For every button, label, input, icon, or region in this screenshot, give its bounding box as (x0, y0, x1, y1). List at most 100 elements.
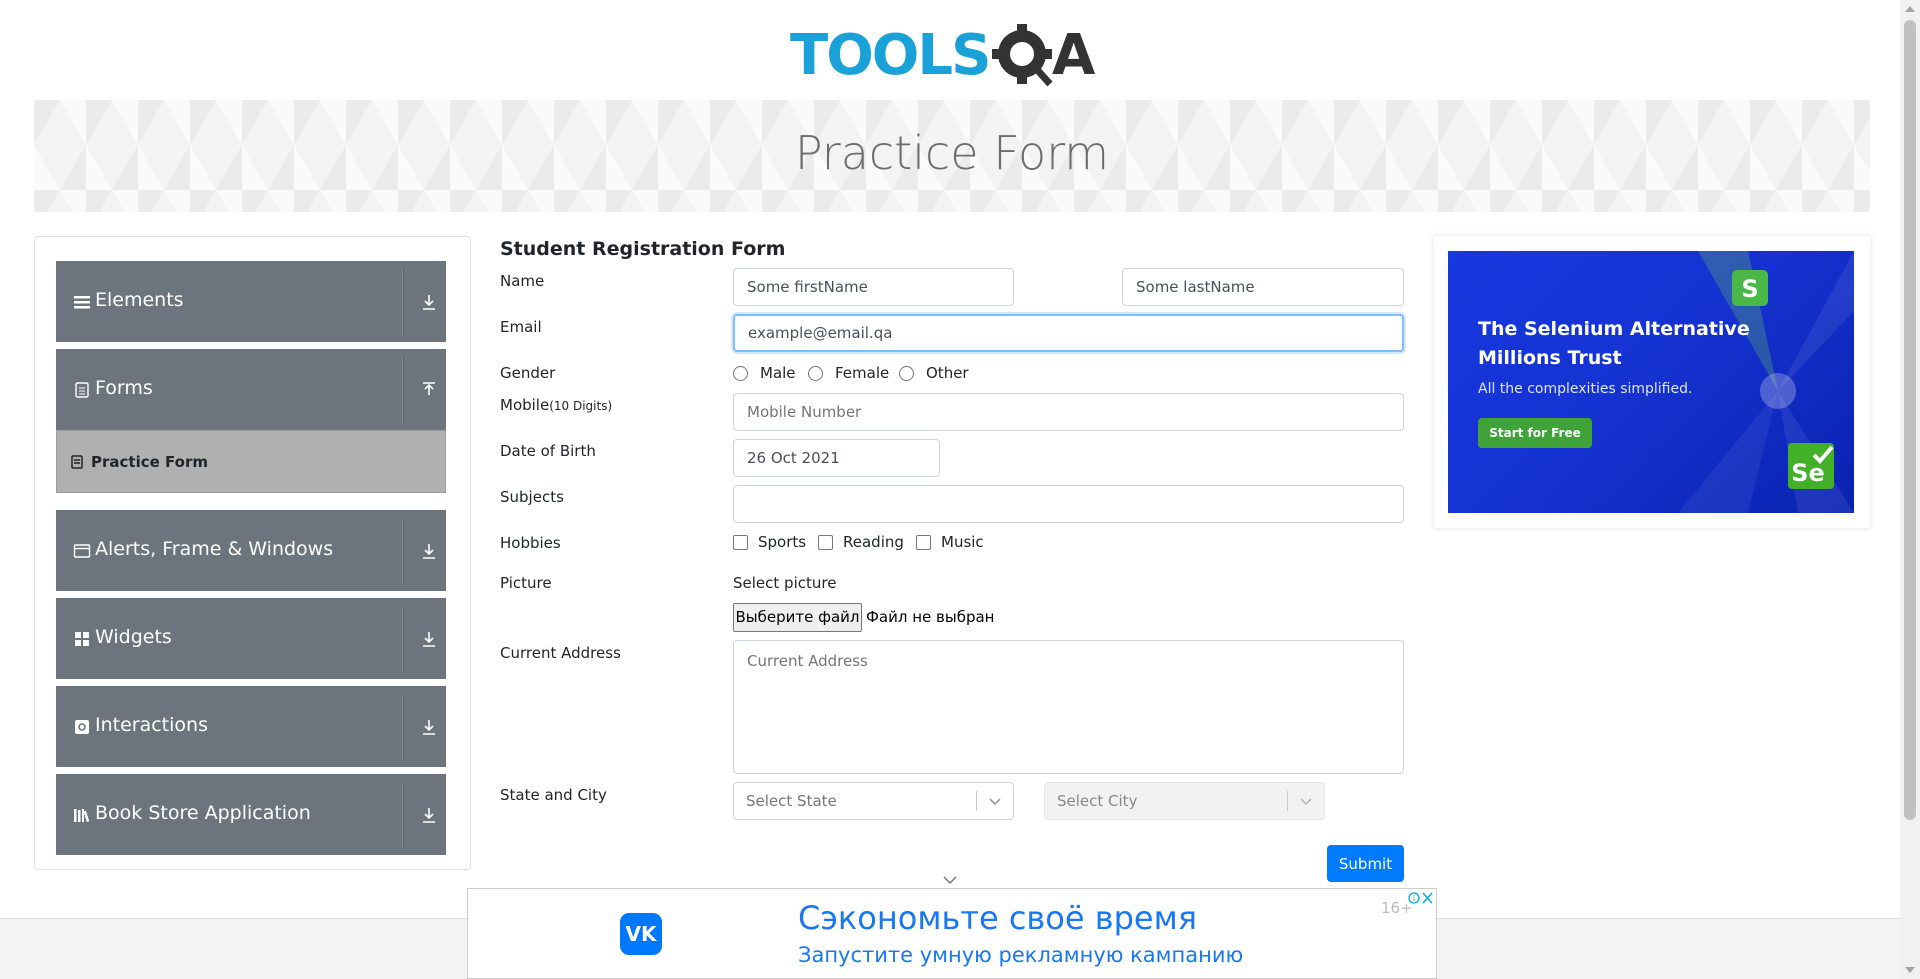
submit-button[interactable]: Submit (1327, 845, 1404, 882)
dob-label: Date of Birth (500, 442, 596, 460)
ad-info-close-icon[interactable]: i (1408, 891, 1434, 905)
document-icon (75, 382, 89, 398)
radio-label: Female (835, 364, 890, 382)
last-name-input[interactable]: Some lastName (1122, 268, 1404, 306)
city-select-placeholder: Select City (1057, 792, 1138, 810)
radio-label: Other (926, 364, 969, 382)
divider (402, 357, 404, 422)
page-scrollbar[interactable] (1900, 0, 1920, 979)
state-select[interactable]: Select State (733, 782, 1014, 820)
download-arrow-icon (423, 808, 435, 823)
scroll-down-arrow[interactable] (1905, 967, 1915, 973)
download-arrow-icon (423, 720, 435, 735)
sidebar-group-label: Interactions (95, 714, 208, 736)
sidebar-group-label: Book Store Application (95, 802, 311, 824)
sidebar-group-widgets[interactable]: Widgets (56, 598, 446, 679)
divider (402, 606, 404, 671)
interactions-icon (75, 720, 89, 734)
hobby-checkbox-music[interactable]: Music (916, 533, 984, 551)
checkbox-box[interactable] (733, 534, 748, 550)
right-ad[interactable]: The Selenium Alternative Millions Trust A… (1448, 251, 1854, 513)
widgets-icon (75, 632, 89, 646)
logo-a-text: A (1052, 23, 1096, 88)
name-label: Name (500, 272, 545, 290)
hobby-checkbox-sports[interactable]: Sports (733, 533, 806, 551)
sidebar-group-forms[interactable]: Forms (56, 349, 446, 430)
dob-input[interactable]: 26 Oct 2021 (733, 439, 940, 477)
checkbox-box[interactable] (818, 534, 833, 550)
ad-headline: The Selenium Alternative Millions Trust (1478, 315, 1750, 373)
bottom-ad-headline: Сэкономьте своё время (798, 899, 1197, 937)
checkbox-label: Reading (843, 533, 904, 551)
logo-tools-text: TOOLS (790, 23, 989, 88)
upload-arrow-icon (423, 382, 435, 395)
divider (402, 694, 404, 759)
svg-text:i: i (1413, 894, 1415, 903)
form-icon (71, 455, 83, 469)
svg-text:S: S (1741, 275, 1758, 303)
books-icon (74, 809, 90, 823)
bottom-ad-subheadline: Запустите умную рекламную кампанию (798, 943, 1244, 967)
toolsqa-logo[interactable]: TOOLS A (790, 14, 1120, 94)
picture-label: Picture (500, 574, 552, 592)
ad-start-free-button[interactable]: Start for Free (1478, 418, 1592, 448)
mobile-label-text: Mobile (500, 396, 550, 414)
email-input[interactable]: example@email.qa (733, 314, 1404, 352)
page-banner: Practice Form (34, 100, 1870, 212)
scroll-up-arrow[interactable] (1905, 6, 1915, 12)
download-arrow-icon (423, 632, 435, 647)
checkbox-label: Sports (758, 533, 807, 551)
gender-label: Gender (500, 364, 556, 382)
first-name-input[interactable]: Some firstName (733, 268, 1014, 306)
radio-circle[interactable] (899, 365, 914, 381)
radio-label: Male (760, 364, 796, 382)
file-status-text: Файл не выбран (866, 608, 995, 626)
checkbox-label: Music (941, 533, 984, 551)
address-label: Current Address (500, 644, 621, 662)
mobile-hint: (10 Digits) (549, 399, 613, 413)
chevron-down-icon[interactable] (942, 874, 958, 886)
ad-subtext: All the complexities simplified. (1478, 381, 1693, 397)
hobby-checkbox-reading[interactable]: Reading (818, 533, 904, 551)
select-separator (976, 791, 977, 811)
radio-circle[interactable] (733, 365, 748, 381)
window-icon (73, 544, 91, 558)
mobile-label: Mobile(10 Digits) (500, 396, 612, 414)
bottom-ad[interactable]: VK Сэкономьте своё время Запустите умную… (467, 888, 1437, 979)
form-title: Student Registration Form (500, 238, 786, 260)
shield-s-icon: S (1732, 270, 1768, 306)
ad-headline-line2: Millions Trust (1478, 347, 1622, 369)
subjects-input[interactable] (733, 485, 1404, 523)
page-title: Practice Form (794, 126, 1110, 180)
choose-file-button[interactable]: Выберите файл (733, 603, 862, 632)
select-separator (1287, 791, 1288, 811)
current-address-textarea[interactable]: Current Address (733, 640, 1404, 774)
divider (402, 782, 404, 847)
sidebar-group-elements[interactable]: Elements (56, 261, 446, 342)
select-picture-label: Select picture (733, 574, 837, 592)
checkbox-box[interactable] (916, 534, 931, 550)
sidebar-group-label: Alerts, Frame & Windows (95, 538, 334, 560)
page: TOOLS A Practice Form Elements Forms Pra… (0, 0, 1920, 979)
sidebar-item-practice-form[interactable]: Practice Form (56, 430, 446, 493)
sidebar-group-alerts[interactable]: Alerts, Frame & Windows (56, 510, 446, 591)
mobile-input[interactable]: Mobile Number (733, 393, 1404, 431)
download-arrow-icon (423, 295, 435, 310)
chevron-down-icon[interactable] (1298, 793, 1314, 809)
sidebar-group-book-store[interactable]: Book Store Application (56, 774, 446, 855)
city-select[interactable]: Select City (1044, 782, 1325, 820)
gender-radio-male[interactable]: Male (733, 364, 796, 382)
sidebar-group-interactions[interactable]: Interactions (56, 686, 446, 767)
sidebar-group-label: Widgets (95, 626, 172, 648)
ad-headline-line1: The Selenium Alternative (1478, 318, 1750, 340)
state-city-label: State and City (500, 786, 607, 804)
selenium-se-icon: Se (1788, 443, 1834, 489)
gender-radio-other[interactable]: Other (899, 364, 969, 382)
hobbies-label: Hobbies (500, 534, 561, 552)
gender-radio-female[interactable]: Female (808, 364, 889, 382)
sidebar-group-label: Elements (95, 289, 184, 311)
subjects-label: Subjects (500, 488, 564, 506)
chevron-down-icon[interactable] (987, 793, 1003, 809)
scrollbar-thumb[interactable] (1904, 20, 1916, 820)
radio-circle[interactable] (808, 365, 823, 381)
